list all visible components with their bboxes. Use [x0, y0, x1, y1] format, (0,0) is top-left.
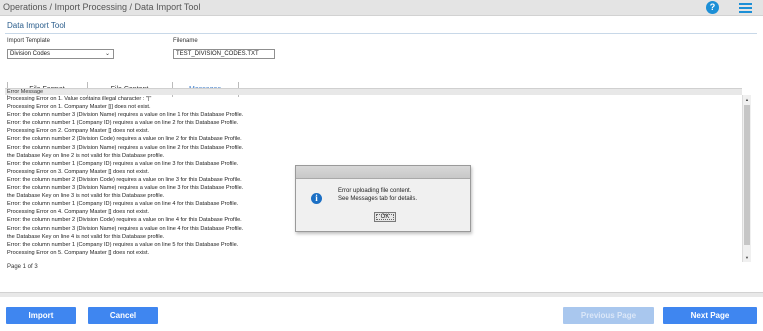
hamburger-menu-icon[interactable] — [739, 3, 752, 13]
help-icon[interactable]: ? — [706, 1, 719, 14]
cancel-button[interactable]: Cancel — [88, 307, 158, 324]
divider — [5, 33, 757, 34]
previous-page-button[interactable]: Previous Page — [563, 307, 654, 324]
filename-field[interactable]: TEST_DIVISION_CODES.TXT — [173, 49, 275, 59]
list-item: Error: the column number 2 (Division Cod… — [7, 136, 242, 143]
breadcrumb: Operations / Import Processing / Data Im… — [3, 2, 201, 12]
panel-title: Data Import Tool — [7, 21, 66, 30]
list-item: Processing Error on 1. Company Master [|… — [7, 104, 151, 111]
ok-button[interactable]: OK — [374, 212, 396, 222]
dialog-message: Error uploading file content. See Messag… — [338, 188, 417, 203]
title-bar: Operations / Import Processing / Data Im… — [0, 0, 763, 16]
column-header-error-message[interactable]: Error Message — [5, 88, 742, 95]
list-item: the Database Key on line 2 is not valid … — [7, 152, 165, 159]
filename-value: TEST_DIVISION_CODES.TXT — [176, 51, 259, 57]
list-item: Processing Error on 1. Value contains il… — [7, 96, 152, 102]
next-page-button[interactable]: Next Page — [663, 307, 757, 324]
scroll-thumb[interactable] — [744, 105, 750, 245]
info-icon: i — [311, 193, 322, 204]
import-template-value: Division Codes — [10, 51, 51, 57]
error-dialog: i Error uploading file content. See Mess… — [295, 165, 471, 232]
dialog-title-bar[interactable] — [296, 166, 470, 179]
scroll-down-icon[interactable]: ▼ — [745, 255, 749, 260]
list-item: Processing Error on 5. Company Master []… — [7, 249, 150, 256]
list-item: Error: the column number 3 (Division Nam… — [7, 112, 244, 119]
list-item: Processing Error on 2. Company Master []… — [7, 128, 150, 135]
footer-divider — [0, 292, 763, 297]
dialog-message-line: Error uploading file content. — [338, 188, 412, 194]
import-template-label: Import Template — [7, 38, 50, 44]
list-item: Error: the column number 1 (Company ID) … — [7, 120, 239, 127]
list-item: Error: the column number 1 (Company ID) … — [7, 241, 239, 248]
list-item: the Database Key on line 4 is not valid … — [7, 233, 165, 240]
filename-label: Filename — [173, 38, 198, 44]
page-indicator: Page 1 of 3 — [7, 264, 38, 270]
dialog-message-line: See Messages tab for details. — [338, 195, 418, 202]
chevron-down-icon: ⌄ — [104, 51, 110, 57]
vertical-scrollbar[interactable]: ▲ ▼ — [742, 95, 751, 262]
import-button[interactable]: Import — [6, 307, 76, 324]
list-item: Error: the column number 3 (Division Nam… — [7, 144, 244, 151]
scroll-up-icon[interactable]: ▲ — [745, 97, 749, 102]
import-template-select[interactable]: Division Codes ⌄ — [7, 49, 114, 59]
